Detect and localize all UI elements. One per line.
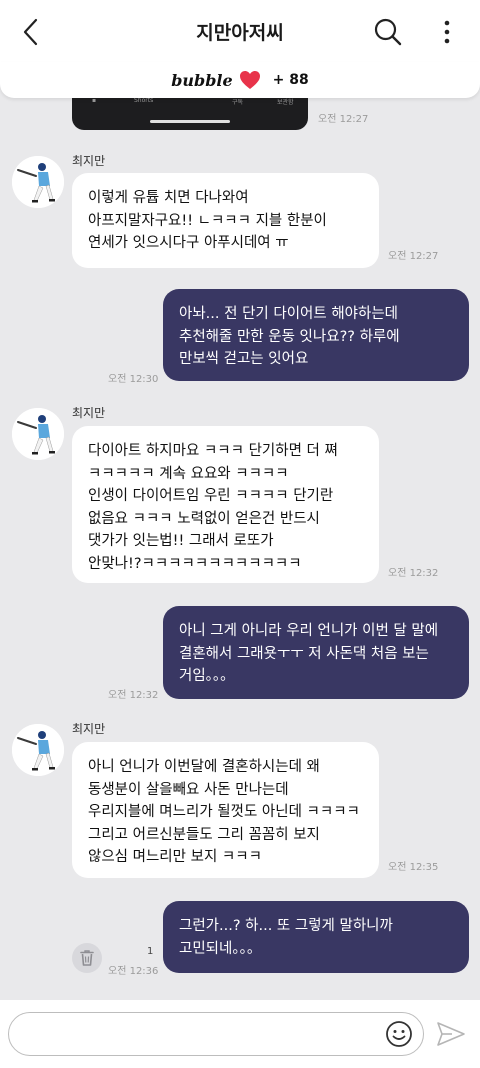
message-text-line: 우리지블에 며느리가 될껏도 아닌데 ㅋㅋㅋㅋ <box>88 804 360 820</box>
incoming-message-bubble[interactable]: 이렇게 유튭 치면 다나와여 아프지말자구요!! ㄴㅋㅋㅋ 지블 한분이 연세가… <box>72 173 379 268</box>
send-icon <box>437 1022 465 1046</box>
message-text-line: 그런가...? 하... 또 그렇게 말하니까 <box>179 918 393 934</box>
shared-image-tab: 구독 <box>232 99 244 106</box>
outgoing-message-bubble[interactable]: 그런가...? 하... 또 그렇게 말하니까 고민되네。。。 <box>163 901 469 973</box>
message-time: 오전 12:27 <box>318 114 369 125</box>
sender-name: 최지만 <box>72 722 106 736</box>
shared-image-tab: Shorts <box>134 97 154 104</box>
more-button[interactable] <box>432 14 462 50</box>
message-text-line: 그리고 어르신분들도 그리 꼼꼼히 보지 <box>88 826 320 843</box>
chevron-left-icon <box>23 18 38 46</box>
bubble-logo: bubble <box>171 70 233 90</box>
avatar[interactable] <box>12 408 64 460</box>
message-time: 오전 12:32 <box>108 690 159 701</box>
message-text-line: ㅋㅋㅋㅋㅋ 계속 요요와 ㅋㅋㅋㅋ <box>88 465 289 482</box>
send-button[interactable] <box>434 1018 468 1050</box>
message-text-line: 없음요 ㅋㅋㅋ 노력없이 얻은건 반드시 <box>88 510 320 527</box>
message-text-line: 동생분이 살을빼요 사돈 만나는데 <box>88 781 289 798</box>
outgoing-message-bubble[interactable]: 아니 그게 아니라 우리 언니가 이번 달 말에 결혼해서 그래욧ㅜㅜ 저 사돈… <box>163 606 469 699</box>
message-text-line: 추천해줄 만한 운동 잇나요?? 하루에 <box>179 328 400 345</box>
chat-header: 지만아저씨 <box>0 0 480 64</box>
home-indicator <box>150 120 230 123</box>
message-text-line: 않으심 며느리만 보지 ㅋㅋㅋ <box>88 849 262 865</box>
avatar[interactable] <box>12 724 64 776</box>
shared-image-tab-home: ▪ <box>92 97 97 104</box>
message-time: 오전 12:27 <box>388 251 439 262</box>
baseball-player-avatar-icon <box>12 156 64 208</box>
incoming-message-bubble[interactable]: 아니 언니가 이번달에 결혼하시는데 왜 동생분이 살을빼요 사돈 만나는데 우… <box>72 742 379 878</box>
message-text-line: 아니 언니가 이번달에 결혼하시는데 왜 <box>88 759 320 775</box>
baseball-player-avatar-icon <box>12 724 64 776</box>
message-time: 오전 12:30 <box>108 374 159 385</box>
message-time: 오전 12:32 <box>388 568 439 579</box>
delete-button[interactable] <box>72 943 102 973</box>
search-icon <box>374 18 402 46</box>
search-button[interactable] <box>370 14 406 50</box>
message-text-line: 연세가 잇으시다구 아푸시데여 ㅠ <box>88 235 289 251</box>
message-text-line: 다이아트 하지마요 ㅋㅋㅋ 단기하면 더 쪄 <box>88 443 338 459</box>
shared-image-tab: 보관함 <box>277 99 294 106</box>
message-text-line: 이렇게 유튭 치면 다나와여 <box>88 190 249 206</box>
message-text-line: 안맞나!?ㅋㅋㅋㅋㅋㅋㅋㅋㅋㅋㅋㅋ <box>88 555 302 572</box>
message-text-line: 고민되네。。。 <box>179 940 262 957</box>
sender-name: 최지만 <box>72 406 106 420</box>
unread-count: 1 <box>147 946 154 957</box>
back-button[interactable] <box>14 14 48 50</box>
message-time: 오전 12:35 <box>388 862 439 873</box>
message-input-bar <box>0 1000 480 1068</box>
sender-name: 최지만 <box>72 154 106 168</box>
more-vertical-icon <box>444 20 450 44</box>
bubble-count: + 88 <box>272 72 309 88</box>
baseball-player-avatar-icon <box>12 408 64 460</box>
emoji-button[interactable] <box>384 1019 414 1049</box>
message-text-line: 만보씩 걷고는 잇어요 <box>179 351 309 367</box>
message-input[interactable] <box>8 1012 424 1056</box>
smiley-icon <box>386 1021 412 1047</box>
outgoing-message-bubble[interactable]: 아놔... 전 단기 다이어트 해야하는데 추천해줄 만한 운동 잇나요?? 하… <box>163 289 469 381</box>
message-text-line: 아니 그게 아니라 우리 언니가 이번 달 말에 <box>179 623 439 639</box>
message-text-line: 아놔... 전 단기 다이어트 해야하는데 <box>179 306 399 322</box>
message-text-line: 아프지말자구요!! ㄴㅋㅋㅋ 지블 한분이 <box>88 212 327 229</box>
message-text-line: 댓가가 잇는법!! 그래서 로또가 <box>88 533 274 549</box>
incoming-message-bubble[interactable]: 다이아트 하지마요 ㅋㅋㅋ 단기하면 더 쪄 ㅋㅋㅋㅋㅋ 계속 요요와 ㅋㅋㅋㅋ… <box>72 426 379 583</box>
bubble-subscription-bar[interactable]: bubble + 88 <box>0 62 480 98</box>
message-text-line: 거임。。。 <box>179 668 235 684</box>
message-text-line: 결혼해서 그래욧ㅜㅜ 저 사돈댁 처음 보는 <box>179 645 429 662</box>
message-text-line: 인생이 다이어트임 우린 ㅋㅋㅋㅋ 단기란 <box>88 488 334 504</box>
chat-title: 지만아저씨 <box>196 22 284 44</box>
heart-icon <box>239 71 260 89</box>
message-time: 오전 12:36 <box>108 966 159 977</box>
avatar[interactable] <box>12 156 64 208</box>
trash-icon <box>80 950 94 966</box>
